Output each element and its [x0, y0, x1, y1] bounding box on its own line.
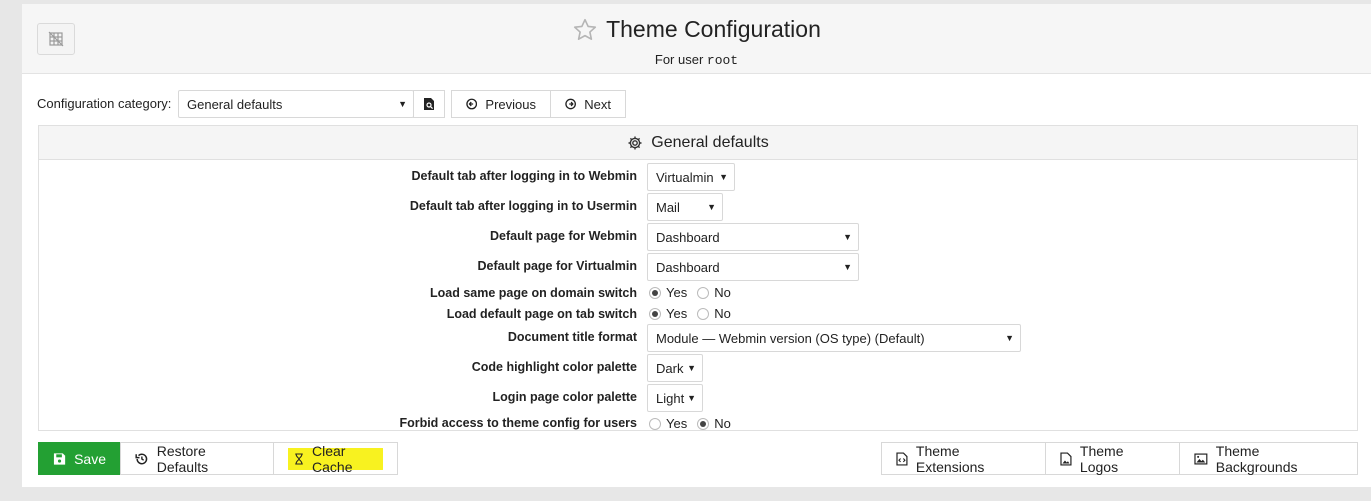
category-label: Configuration category:: [37, 96, 172, 111]
code-highlight-palette-select[interactable]: Dark ▼: [647, 354, 703, 382]
gear-icon: [628, 136, 642, 149]
row-label-default-tab-webmin: Default tab after logging in to Webmin: [411, 169, 637, 183]
panel-title: General defaults: [651, 133, 769, 151]
row-label-login-page-palette: Login page color palette: [492, 390, 637, 404]
load-same-page-radios: Yes No: [649, 285, 735, 300]
default-tab-webmin-select[interactable]: Virtualmin ▼: [647, 163, 735, 191]
file-search-icon: [424, 98, 434, 110]
restore-defaults-button[interactable]: Restore Defaults: [120, 442, 274, 475]
login-page-palette-select[interactable]: Light ▼: [647, 384, 703, 412]
row-label-forbid-access: Forbid access to theme config for users: [399, 416, 637, 430]
save-button[interactable]: Save: [38, 442, 121, 475]
previous-button[interactable]: Previous: [451, 90, 551, 118]
load-same-page-yes[interactable]: Yes: [649, 285, 687, 300]
caret-down-icon: ▼: [687, 393, 696, 403]
forbid-access-yes[interactable]: Yes: [649, 416, 687, 431]
caret-down-icon: ▼: [843, 232, 852, 242]
row-label-default-tab-usermin: Default tab after logging in to Usermin: [409, 199, 637, 213]
hourglass-icon: [295, 452, 303, 465]
theme-logos-button[interactable]: Theme Logos: [1045, 442, 1180, 475]
radio-unchecked[interactable]: [697, 286, 710, 299]
document-title-format-select[interactable]: Module — Webmin version (OS type) (Defau…: [647, 324, 1021, 352]
radio-unchecked[interactable]: [697, 307, 710, 320]
subtitle-username: root: [706, 52, 739, 68]
radio-checked[interactable]: [649, 307, 661, 320]
caret-down-icon: ▼: [1005, 333, 1014, 343]
file-code-icon: [896, 451, 908, 466]
floppy-disk-icon: [53, 452, 66, 465]
row-label-load-same-page: Load same page on domain switch: [430, 286, 637, 300]
page-title: Theme Configuration: [606, 16, 821, 42]
forbid-access-no[interactable]: No: [697, 416, 731, 431]
image-icon: [1194, 452, 1208, 465]
row-label-default-page-virtualmin: Default page for Virtualmin: [477, 259, 637, 273]
load-same-page-no[interactable]: No: [697, 285, 731, 300]
category-select[interactable]: General defaults ▼: [178, 90, 414, 118]
arrow-circle-right-icon: [565, 98, 576, 110]
theme-config-page: Theme Configuration For user root Config…: [22, 4, 1371, 487]
radio-unchecked[interactable]: [649, 417, 661, 430]
category-search-button[interactable]: [413, 90, 445, 118]
star-icon[interactable]: [572, 17, 598, 43]
page-header: Theme Configuration For user root: [22, 4, 1371, 74]
default-page-webmin-select[interactable]: Dashboard ▼: [647, 223, 859, 251]
row-label-document-title-format: Document title format: [507, 330, 637, 344]
caret-down-icon: ▼: [719, 172, 728, 182]
theme-backgrounds-button[interactable]: Theme Backgrounds: [1179, 442, 1358, 475]
forbid-access-radios: Yes No: [649, 416, 735, 431]
caret-down-icon: ▼: [687, 363, 696, 373]
radio-checked[interactable]: [649, 286, 661, 299]
clear-cache-highlight: Clear Cache: [288, 442, 383, 475]
load-default-page-yes[interactable]: Yes: [649, 306, 687, 321]
history-icon: [135, 453, 148, 464]
radio-checked[interactable]: [697, 417, 710, 430]
load-default-page-radios: Yes No: [649, 306, 735, 321]
caret-down-icon: ▼: [707, 202, 716, 212]
next-button[interactable]: Next: [550, 90, 626, 118]
default-tab-usermin-select[interactable]: Mail ▼: [647, 193, 723, 221]
clear-cache-button[interactable]: Clear Cache: [273, 442, 398, 475]
page-subtitle: For user root: [654, 51, 739, 68]
panel-header: General defaults: [39, 126, 1357, 160]
arrow-circle-left-icon: [466, 98, 478, 110]
row-label-code-highlight-palette: Code highlight color palette: [471, 360, 637, 374]
caret-down-icon: ▼: [398, 99, 407, 109]
file-image-icon: [1060, 451, 1072, 466]
general-defaults-panel: General defaults Default tab after loggi…: [38, 125, 1358, 431]
caret-down-icon: ▼: [843, 262, 852, 272]
load-default-page-no[interactable]: No: [697, 306, 731, 321]
row-label-default-page-webmin: Default page for Webmin: [489, 229, 637, 243]
theme-extensions-button[interactable]: Theme Extensions: [881, 442, 1046, 475]
row-label-load-default-page: Load default page on tab switch: [446, 307, 637, 321]
default-page-virtualmin-select[interactable]: Dashboard ▼: [647, 253, 859, 281]
